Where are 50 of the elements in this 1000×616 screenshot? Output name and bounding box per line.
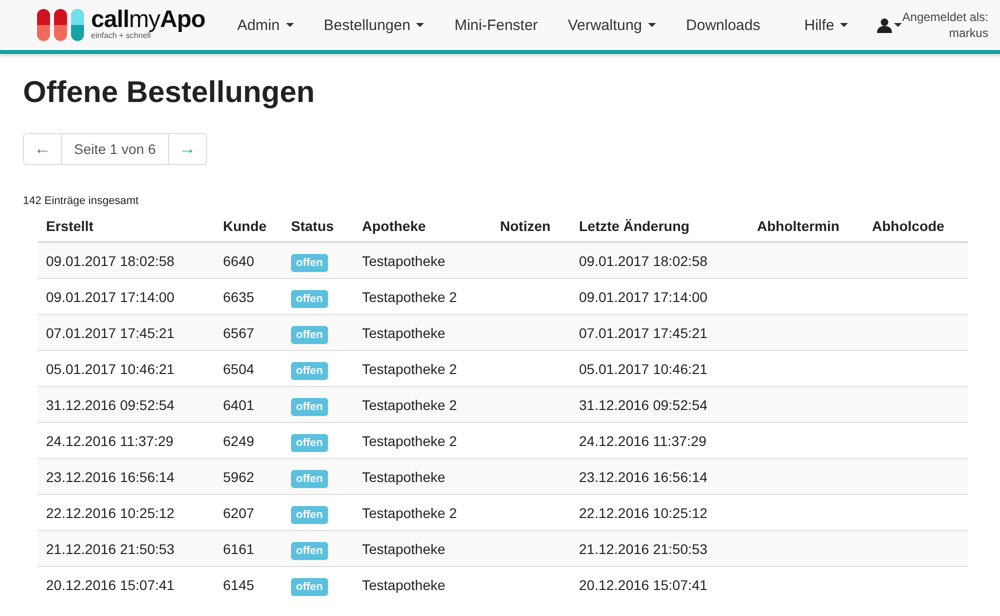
status-label: offen — [291, 326, 328, 344]
table-cell: 23.12.2016 16:56:14 — [38, 458, 215, 494]
table-cell: 21.12.2016 21:50:53 — [38, 530, 215, 566]
username: markus — [948, 25, 988, 41]
nav-menu-item[interactable]: Admin — [222, 16, 309, 34]
table-cell: 09.01.2017 18:02:58 — [38, 242, 215, 278]
table-cell: 6640 — [215, 242, 283, 278]
status-label: offen — [291, 254, 328, 272]
status-label: offen — [291, 578, 328, 596]
status-label: offen — [291, 290, 328, 308]
status-label: offen — [291, 470, 328, 488]
table-cell: 5962 — [215, 458, 283, 494]
page-title: Offene Bestellungen — [23, 76, 316, 110]
user-menu-button[interactable] — [877, 18, 902, 32]
table-cell: Testapotheke — [354, 458, 492, 494]
table-cell: Testapotheke — [354, 566, 492, 602]
status-label: offen — [291, 362, 328, 380]
table-cell: Testapotheke — [354, 242, 492, 278]
table-cell: 07.01.2017 17:45:21 — [38, 314, 215, 350]
pill-logo-icon — [37, 9, 87, 41]
status-label: offen — [291, 542, 328, 560]
table-cell: 31.12.2016 09:52:54 — [38, 386, 215, 422]
entry-count: 142 Einträge insgesamt — [23, 195, 140, 207]
nav-menu-item[interactable]: Bestellungen — [308, 16, 440, 34]
table-cell: 31.12.2016 09:52:54 — [571, 386, 749, 422]
status-label: offen — [291, 398, 328, 416]
nav-menu-item[interactable]: Downloads — [671, 16, 776, 34]
logged-in-label: Angemeldet als: — [902, 9, 988, 25]
page-indicator: Seite 1 von 6 — [62, 133, 168, 165]
nav-menu-item[interactable]: Verwaltung — [552, 16, 672, 34]
table-cell: 07.01.2017 17:45:21 — [571, 314, 749, 350]
table-cell: Testapotheke — [354, 530, 492, 566]
nav-menu-item[interactable]: Mini-Fenster — [439, 16, 553, 34]
table-cell: 20.12.2016 15:07:41 — [571, 566, 749, 602]
nav-menu-item[interactable]: Hilfe — [789, 16, 864, 34]
table-cell: 20.12.2016 15:07:41 — [38, 566, 215, 602]
table-cell: 6145 — [215, 566, 283, 602]
brand-tagline: einfach + schnell — [91, 31, 151, 41]
table-cell: Testapotheke — [354, 314, 492, 350]
table-cell: 6401 — [215, 386, 283, 422]
user-icon — [877, 18, 892, 32]
table-cell: 21.12.2016 21:50:53 — [571, 530, 749, 566]
table-cell: Testapotheke 2 — [354, 386, 492, 422]
table-cell: 09.01.2017 18:02:58 — [571, 242, 749, 278]
table-cell: 23.12.2016 16:56:14 — [571, 458, 749, 494]
table-cell: 6567 — [215, 314, 283, 350]
table-cell: 6161 — [215, 530, 283, 566]
status-label: offen — [291, 434, 328, 452]
status-label: offen — [291, 506, 328, 524]
brand-logo-text[interactable]: callmyApo — [91, 9, 206, 31]
